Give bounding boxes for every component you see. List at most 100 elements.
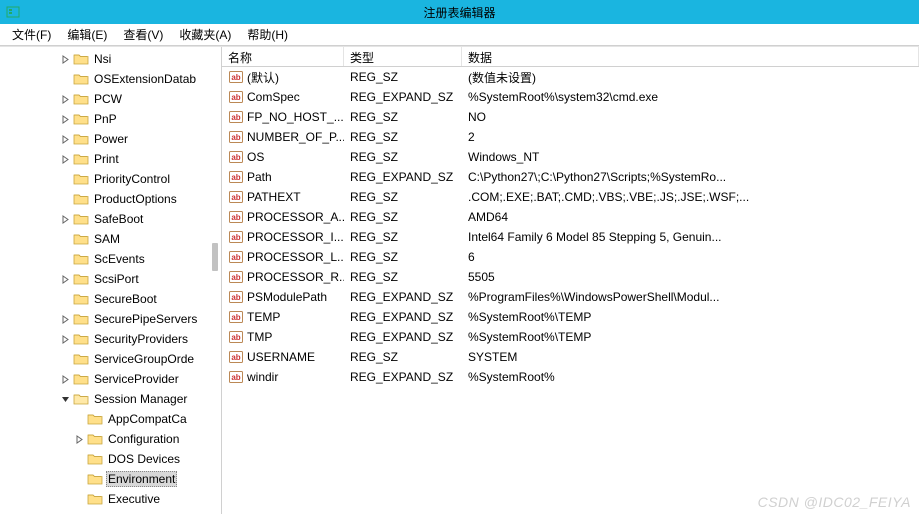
- tree-item[interactable]: SafeBoot: [0, 209, 221, 229]
- folder-icon: [73, 272, 89, 286]
- chevron-right-icon[interactable]: [60, 134, 71, 145]
- menu-favorites[interactable]: 收藏夹(A): [173, 24, 237, 45]
- string-value-icon: ab: [228, 369, 244, 385]
- value-name: PSModulePath: [247, 290, 327, 304]
- tree-item[interactable]: OSExtensionDatab: [0, 69, 221, 89]
- tree-item-label: ServiceProvider: [92, 372, 181, 386]
- value-type: REG_EXPAND_SZ: [344, 370, 462, 384]
- value-row[interactable]: abPathREG_EXPAND_SZC:\Python27\;C:\Pytho…: [222, 167, 919, 187]
- tree-pane[interactable]: NsiOSExtensionDatabPCWPnPPowerPrintPrior…: [0, 47, 222, 514]
- value-row[interactable]: abwindirREG_EXPAND_SZ%SystemRoot%: [222, 367, 919, 387]
- value-data: 5505: [462, 270, 919, 284]
- value-row[interactable]: abUSERNAMEREG_SZSYSTEM: [222, 347, 919, 367]
- svg-text:ab: ab: [231, 193, 240, 202]
- tree-item-label: SecurityProviders: [92, 332, 190, 346]
- string-value-icon: ab: [228, 309, 244, 325]
- tree-item[interactable]: Session Manager: [0, 389, 221, 409]
- value-name: ComSpec: [247, 90, 300, 104]
- value-data: (数值未设置): [462, 69, 919, 86]
- value-row[interactable]: abPROCESSOR_L...REG_SZ6: [222, 247, 919, 267]
- column-type[interactable]: 类型: [344, 47, 462, 66]
- value-data: .COM;.EXE;.BAT;.CMD;.VBS;.VBE;.JS;.JSE;.…: [462, 190, 919, 204]
- value-row[interactable]: abOSREG_SZWindows_NT: [222, 147, 919, 167]
- tree-item[interactable]: SecurePipeServers: [0, 309, 221, 329]
- tree-item-label: SafeBoot: [92, 212, 145, 226]
- tree-item-label: ProductOptions: [92, 192, 179, 206]
- tree-item[interactable]: DOS Devices: [0, 449, 221, 469]
- chevron-right-icon[interactable]: [60, 114, 71, 125]
- tree-item-label: ScEvents: [92, 252, 147, 266]
- tree-item[interactable]: Nsi: [0, 49, 221, 69]
- tree-item[interactable]: ScsiPort: [0, 269, 221, 289]
- value-row[interactable]: abPROCESSOR_A...REG_SZAMD64: [222, 207, 919, 227]
- title-bar: 注册表编辑器: [0, 0, 919, 24]
- chevron-right-icon[interactable]: [60, 374, 71, 385]
- value-row[interactable]: abComSpecREG_EXPAND_SZ%SystemRoot%\syste…: [222, 87, 919, 107]
- expander-empty: [60, 174, 71, 185]
- string-value-icon: ab: [228, 69, 244, 85]
- tree-item[interactable]: AppCompatCa: [0, 409, 221, 429]
- value-row[interactable]: abTMPREG_EXPAND_SZ%SystemRoot%\TEMP: [222, 327, 919, 347]
- value-row[interactable]: abPROCESSOR_R...REG_SZ5505: [222, 267, 919, 287]
- value-list-pane[interactable]: 名称 类型 数据 ab(默认)REG_SZ(数值未设置)abComSpecREG…: [222, 47, 919, 514]
- tree-item[interactable]: Environment: [0, 469, 221, 489]
- value-row[interactable]: abNUMBER_OF_P...REG_SZ2: [222, 127, 919, 147]
- svg-text:ab: ab: [231, 173, 240, 182]
- tree-item-label: Configuration: [106, 432, 181, 446]
- folder-icon: [73, 372, 89, 386]
- menu-edit[interactable]: 编辑(E): [61, 24, 113, 45]
- column-name[interactable]: 名称: [222, 47, 344, 66]
- chevron-right-icon[interactable]: [60, 54, 71, 65]
- tree-item[interactable]: ServiceProvider: [0, 369, 221, 389]
- menu-help[interactable]: 帮助(H): [241, 24, 294, 45]
- chevron-right-icon[interactable]: [60, 94, 71, 105]
- tree-item[interactable]: Executive: [0, 489, 221, 509]
- tree-item[interactable]: SecureBoot: [0, 289, 221, 309]
- menu-file[interactable]: 文件(F): [6, 24, 57, 45]
- main-area: NsiOSExtensionDatabPCWPnPPowerPrintPrior…: [0, 46, 919, 514]
- tree-item[interactable]: Print: [0, 149, 221, 169]
- tree-item[interactable]: ScEvents: [0, 249, 221, 269]
- column-data[interactable]: 数据: [462, 47, 919, 66]
- value-row[interactable]: abFP_NO_HOST_...REG_SZNO: [222, 107, 919, 127]
- value-name: PROCESSOR_I...: [247, 230, 344, 244]
- tree-item[interactable]: Configuration: [0, 429, 221, 449]
- folder-icon: [73, 112, 89, 126]
- tree-item[interactable]: PriorityControl: [0, 169, 221, 189]
- tree-item[interactable]: ServiceGroupOrde: [0, 349, 221, 369]
- tree-item[interactable]: SAM: [0, 229, 221, 249]
- expander-empty: [60, 294, 71, 305]
- chevron-right-icon[interactable]: [60, 274, 71, 285]
- tree-item[interactable]: Power: [0, 129, 221, 149]
- folder-icon: [73, 392, 89, 406]
- app-icon: [6, 5, 20, 19]
- tree-item[interactable]: PnP: [0, 109, 221, 129]
- value-row[interactable]: abPROCESSOR_I...REG_SZIntel64 Family 6 M…: [222, 227, 919, 247]
- value-name: Path: [247, 170, 272, 184]
- svg-text:ab: ab: [231, 73, 240, 82]
- expander-empty: [74, 494, 85, 505]
- value-row[interactable]: ab(默认)REG_SZ(数值未设置): [222, 67, 919, 87]
- chevron-right-icon[interactable]: [60, 154, 71, 165]
- menu-view[interactable]: 查看(V): [117, 24, 169, 45]
- list-header: 名称 类型 数据: [222, 47, 919, 67]
- value-data: Windows_NT: [462, 150, 919, 164]
- chevron-right-icon[interactable]: [60, 334, 71, 345]
- tree-item-label: SecurePipeServers: [92, 312, 199, 326]
- tree-item[interactable]: SecurityProviders: [0, 329, 221, 349]
- chevron-right-icon[interactable]: [60, 214, 71, 225]
- tree-item-label: ServiceGroupOrde: [92, 352, 196, 366]
- scrollbar-thumb[interactable]: [212, 243, 218, 271]
- tree-item[interactable]: PCW: [0, 89, 221, 109]
- chevron-down-icon[interactable]: [60, 394, 71, 405]
- svg-text:ab: ab: [231, 233, 240, 242]
- tree-item[interactable]: ProductOptions: [0, 189, 221, 209]
- chevron-right-icon[interactable]: [60, 314, 71, 325]
- folder-icon: [73, 72, 89, 86]
- value-row[interactable]: abTEMPREG_EXPAND_SZ%SystemRoot%\TEMP: [222, 307, 919, 327]
- string-value-icon: ab: [228, 109, 244, 125]
- chevron-right-icon[interactable]: [74, 434, 85, 445]
- value-type: REG_SZ: [344, 70, 462, 84]
- value-row[interactable]: abPSModulePathREG_EXPAND_SZ%ProgramFiles…: [222, 287, 919, 307]
- value-row[interactable]: abPATHEXTREG_SZ.COM;.EXE;.BAT;.CMD;.VBS;…: [222, 187, 919, 207]
